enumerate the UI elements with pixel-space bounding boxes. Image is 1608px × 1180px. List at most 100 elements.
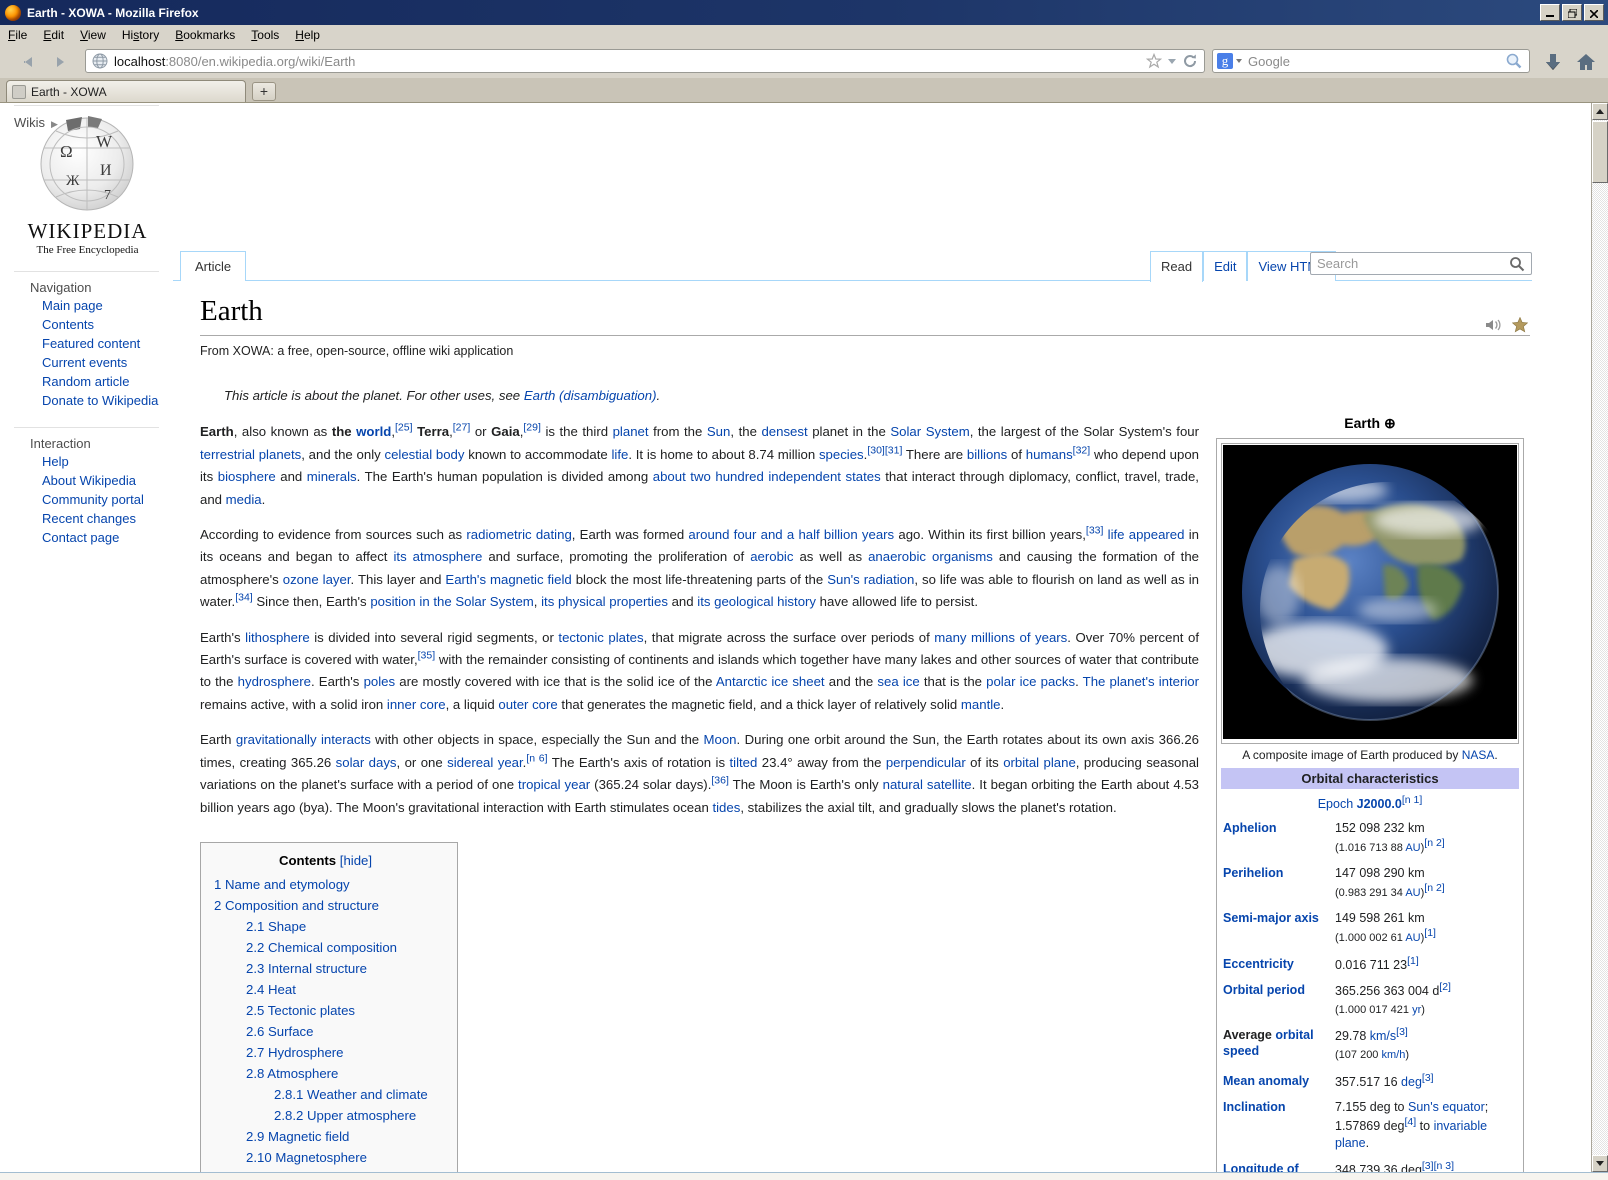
- reference-link-anchor[interactable]: [2]: [1439, 981, 1451, 993]
- wiki-link[interactable]: perpendicular: [886, 755, 966, 770]
- wiki-link[interactable]: sea ice: [877, 674, 919, 689]
- reference-link-anchor[interactable]: [29]: [523, 422, 541, 434]
- featured-star-icon[interactable]: [1512, 317, 1528, 333]
- wiki-link[interactable]: AU: [1405, 932, 1420, 944]
- menu-bookmarks[interactable]: Bookmarks: [167, 26, 243, 44]
- wiki-link[interactable]: Sun's equator: [1408, 1100, 1485, 1114]
- sidebar-link[interactable]: Featured content: [42, 336, 140, 351]
- wiki-link[interactable]: biosphere: [218, 469, 276, 484]
- tab-edit[interactable]: Edit: [1203, 251, 1247, 281]
- back-button[interactable]: [16, 50, 40, 74]
- sidebar-link[interactable]: Main page: [42, 298, 103, 313]
- wiki-link[interactable]: Inclination: [1223, 1100, 1286, 1114]
- wiki-link[interactable]: anaerobic organisms: [868, 549, 993, 564]
- downloads-button[interactable]: [1541, 50, 1565, 79]
- wiki-link[interactable]: its geological history: [697, 594, 816, 609]
- wiki-link[interactable]: many millions of years: [934, 630, 1067, 645]
- reference-link[interactable]: [3]: [1396, 1026, 1408, 1038]
- wiki-search-box[interactable]: [1310, 252, 1532, 275]
- menu-file[interactable]: File: [0, 26, 35, 44]
- sidebar-link[interactable]: Contents: [42, 317, 94, 332]
- reference-link-anchor[interactable]: [n 2]: [1424, 837, 1444, 849]
- reference-link-anchor[interactable]: [25]: [395, 422, 413, 434]
- forward-button[interactable]: [48, 50, 72, 74]
- wiki-link[interactable]: terrestrial planets: [200, 447, 301, 462]
- reference-link[interactable]: [n 6]: [526, 752, 547, 764]
- wiki-link[interactable]: Antarctic ice sheet: [716, 674, 825, 689]
- url-bar[interactable]: localhost:8080/en.wikipedia.org/wiki/Ear…: [85, 49, 1205, 73]
- reference-link-anchor[interactable]: [n 6]: [526, 752, 547, 764]
- reference-link[interactable]: [34]: [235, 592, 253, 604]
- wiki-link[interactable]: Perihelion: [1223, 866, 1283, 880]
- web-search-box[interactable]: g Google: [1212, 49, 1530, 73]
- wiki-link[interactable]: ozone layer: [283, 572, 351, 587]
- reference-link-anchor[interactable]: [33]: [1086, 525, 1104, 537]
- toc-link[interactable]: 2.8.1 Weather and climate: [274, 1087, 428, 1102]
- wikipedia-logo[interactable]: Ω W И Ж 7 WIKIPEDIA The Free Encyclopedi…: [25, 115, 150, 256]
- reference-link-anchor[interactable]: [32]: [1073, 444, 1091, 456]
- reference-link[interactable]: [4]: [1405, 1116, 1417, 1128]
- reference-link[interactable]: [3][n 3]: [1422, 1160, 1454, 1172]
- tab-read[interactable]: Read: [1150, 251, 1203, 282]
- wiki-link[interactable]: sidereal year: [447, 755, 523, 770]
- wiki-link[interactable]: planet: [613, 424, 649, 439]
- reference-link-anchor[interactable]: [n 1]: [1402, 794, 1422, 806]
- wiki-link[interactable]: Epoch: [1318, 797, 1353, 811]
- wiki-link[interactable]: life appeared: [1108, 527, 1185, 542]
- minimize-button[interactable]: [1540, 4, 1560, 21]
- wiki-link[interactable]: Solar System: [890, 424, 969, 439]
- wiki-link[interactable]: position in the Solar System: [370, 594, 533, 609]
- wiki-link[interactable]: gravitationally interacts: [236, 732, 371, 747]
- toc-link[interactable]: 2.10 Magnetosphere: [246, 1150, 367, 1165]
- reference-link-anchor[interactable]: [3][n 3]: [1422, 1160, 1454, 1172]
- reference-link-anchor[interactable]: [3]: [1422, 1072, 1434, 1084]
- wiki-link[interactable]: tectonic plates: [558, 630, 643, 645]
- reference-link[interactable]: [n 2]: [1424, 882, 1444, 894]
- reference-link-anchor[interactable]: [36]: [711, 775, 729, 787]
- reference-link[interactable]: [35]: [418, 650, 436, 662]
- wiki-link[interactable]: solar days: [336, 755, 397, 770]
- wiki-link[interactable]: mantle: [961, 697, 1001, 712]
- toc-link[interactable]: 2.5 Tectonic plates: [246, 1003, 355, 1018]
- toc-link[interactable]: 2 Composition and structure: [214, 898, 379, 913]
- reference-link[interactable]: [n 2]: [1424, 837, 1444, 849]
- toc-link[interactable]: 2.2 Chemical composition: [246, 940, 397, 955]
- web-search-magnifier-icon[interactable]: [1505, 52, 1529, 70]
- wiki-search-input[interactable]: [1311, 256, 1509, 271]
- toc-link[interactable]: 2.4 Heat: [246, 982, 296, 997]
- reference-link[interactable]: [3]: [1422, 1072, 1434, 1084]
- reference-link[interactable]: [30][31]: [867, 444, 902, 456]
- scrollbar-thumb[interactable]: [1592, 121, 1608, 183]
- home-button[interactable]: [1574, 50, 1598, 79]
- wiki-link[interactable]: J2000.0: [1357, 797, 1402, 811]
- toc-link[interactable]: 2.1 Shape: [246, 919, 306, 934]
- wiki-link[interactable]: deg: [1401, 1075, 1422, 1089]
- wiki-link[interactable]: Mean anomaly: [1223, 1074, 1309, 1088]
- wiki-link[interactable]: world: [356, 424, 391, 439]
- wiki-link[interactable]: natural satellite: [883, 777, 972, 792]
- wiki-link[interactable]: Earth (disambiguation): [524, 388, 657, 403]
- reference-link[interactable]: [1]: [1424, 927, 1436, 939]
- toc-link[interactable]: 1 Name and etymology: [214, 877, 350, 892]
- wiki-link[interactable]: billions: [967, 447, 1007, 462]
- wiki-link[interactable]: Eccentricity: [1223, 957, 1294, 971]
- reference-link-anchor[interactable]: [n 2]: [1424, 882, 1444, 894]
- wiki-link[interactable]: Orbital period: [1223, 983, 1305, 997]
- reference-link[interactable]: [2]: [1439, 981, 1451, 993]
- wiki-link[interactable]: Longitude of ascending node: [1223, 1162, 1318, 1172]
- wiki-link[interactable]: poles: [364, 674, 396, 689]
- sidebar-link[interactable]: Random article: [42, 374, 129, 389]
- sidebar-link[interactable]: About Wikipedia: [42, 473, 136, 488]
- toc-hide-toggle[interactable]: [hide]: [340, 853, 372, 868]
- wiki-link[interactable]: Sun's radiation: [827, 572, 914, 587]
- reference-link[interactable]: [29]: [523, 422, 541, 434]
- wiki-link[interactable]: Sun: [707, 424, 730, 439]
- scroll-up-button[interactable]: [1592, 103, 1608, 120]
- wiki-link[interactable]: AU: [1405, 887, 1420, 899]
- reference-link[interactable]: [36]: [711, 775, 729, 787]
- wiki-link[interactable]: Aphelion: [1223, 821, 1276, 835]
- menu-tools[interactable]: Tools: [243, 26, 287, 44]
- wiki-link[interactable]: polar ice packs: [986, 674, 1075, 689]
- listen-audio-icon[interactable]: [1484, 318, 1504, 332]
- wiki-link[interactable]: densest: [761, 424, 807, 439]
